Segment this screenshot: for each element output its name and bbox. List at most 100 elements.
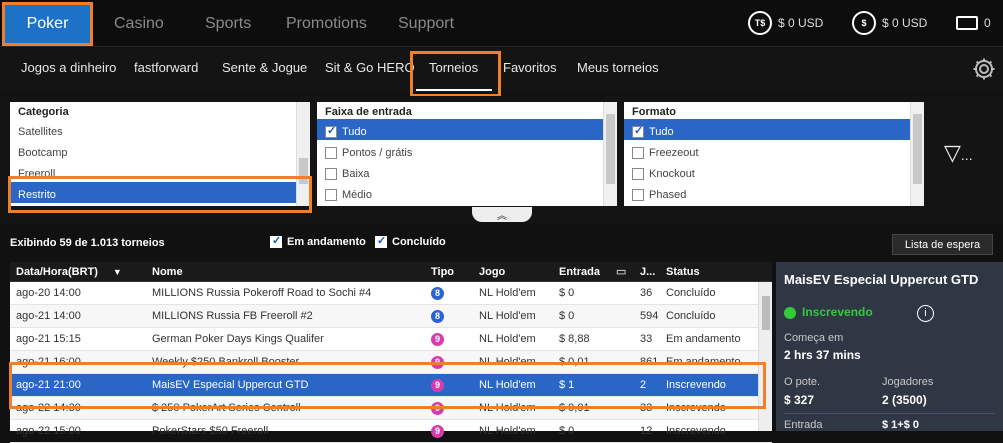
table-header: Data/Hora(BRT) ▼ Nome Tipo Jogo Entrada ▭… <box>10 262 772 282</box>
cell-game: NL Hold'em <box>479 333 536 345</box>
cash-balance-value: $ 0 USD <box>882 16 928 30</box>
nav-sports[interactable]: Sports <box>205 0 251 47</box>
active-tab-underline <box>416 89 492 91</box>
format-freezeout[interactable]: Freezeout <box>624 140 924 161</box>
subnav-my-tournaments[interactable]: Meus torneios <box>577 48 659 88</box>
cell-type: 9 <box>425 420 465 442</box>
cell-date: ago-22 15:00 <box>16 425 81 437</box>
cell-date: ago-21 14:00 <box>16 310 81 322</box>
entry-range-low[interactable]: Baixa <box>317 161 617 182</box>
entry-range-filter: Faixa de entrada Tudo Pontos / grátis Ba… <box>317 102 617 206</box>
cell-players: 36 <box>640 287 653 299</box>
tournament-dollar-balance[interactable]: T$ $ 0 USD <box>748 10 823 36</box>
selected-row-highlight <box>9 362 766 409</box>
cell-entry: $ 8,88 <box>559 333 590 345</box>
cell-type: 8 <box>425 282 465 304</box>
cell-entry: $ 0 <box>559 310 575 322</box>
starts-value: 2 hrs 37 mins <box>784 348 861 362</box>
subnav-fastforward[interactable]: fastforward <box>134 48 198 88</box>
format-phased[interactable]: Phased <box>624 182 924 203</box>
ticket-column-icon[interactable]: ▭ <box>610 262 632 281</box>
entry-range-all-checkbox[interactable] <box>325 124 337 138</box>
poker-subnavigation: Jogos a dinheiro fastforward Sente & Jog… <box>0 48 1003 97</box>
header-players[interactable]: J... <box>634 262 662 281</box>
format-all[interactable]: Tudo <box>624 119 924 140</box>
nav-support[interactable]: Support <box>398 0 454 47</box>
type-badge: 8 <box>431 286 444 300</box>
cell-entry: $ 0 <box>559 287 575 299</box>
cell-status: Inscrevendo <box>666 425 726 437</box>
tournament-dollar-icon: T$ <box>748 11 772 35</box>
entry-value: $ 1+$ 0 <box>882 419 920 431</box>
tournament-summary-bar: Exibindo 59 de 1.013 torneios Em andamen… <box>0 232 1003 257</box>
format-title: Formato <box>632 106 676 118</box>
cell-name: MILLIONS Russia FB Freeroll #2 <box>152 310 313 322</box>
ticket-balance-value: 0 <box>984 16 991 30</box>
nav-promotions[interactable]: Promotions <box>286 0 367 47</box>
type-badge: 8 <box>431 309 444 323</box>
gear-icon[interactable] <box>972 57 996 81</box>
cash-balance[interactable]: $ $ 0 USD <box>852 10 927 36</box>
table-row[interactable]: ago-20 14:00 MILLIONS Russia Pokeroff Roa… <box>10 282 772 305</box>
entry-range-title: Faixa de entrada <box>325 106 412 118</box>
subnav-sit-and-go-hero[interactable]: Sit & Go HERO <box>325 48 415 88</box>
header-name[interactable]: Nome <box>146 262 426 281</box>
nav-casino[interactable]: Casino <box>114 0 164 47</box>
header-type[interactable]: Tipo <box>425 262 475 281</box>
nav-poker[interactable]: Poker <box>2 2 93 46</box>
entry-range-all[interactable]: Tudo <box>317 119 617 140</box>
running-checkbox[interactable] <box>270 234 282 248</box>
format-filter: Formato Tudo Freezeout Knockout Phased <box>624 102 924 206</box>
filter-completed[interactable]: Concluído <box>375 234 446 248</box>
type-badge: 9 <box>431 424 444 438</box>
pot-label: O pote. <box>784 376 821 388</box>
info-icon[interactable]: i <box>917 305 934 322</box>
players-value: 2 (3500) <box>882 393 927 407</box>
entry-range-medium[interactable]: Médio <box>317 182 617 203</box>
category-bootcamp[interactable]: Bootcamp <box>10 140 310 161</box>
subnav-cash-games[interactable]: Jogos a dinheiro <box>21 48 116 88</box>
header-game[interactable]: Jogo <box>473 262 553 281</box>
cell-status: Concluído <box>666 310 716 322</box>
ticket-balance[interactable]: 0 <box>956 10 991 36</box>
cell-type: 9 <box>425 328 465 350</box>
header-date[interactable]: Data/Hora(BRT) ▼ <box>10 262 142 281</box>
format-knockout[interactable]: Knockout <box>624 161 924 182</box>
dollar-icon: $ <box>852 11 876 35</box>
subnav-favorites[interactable]: Favoritos <box>503 48 556 88</box>
cell-date: ago-21 15:15 <box>16 333 81 345</box>
tournament-count: Exibindo 59 de 1.013 torneios <box>10 237 165 249</box>
filter-running[interactable]: Em andamento <box>270 234 366 248</box>
header-entry[interactable]: Entrada <box>553 262 613 281</box>
details-divider <box>784 413 995 414</box>
cell-players: 12 <box>640 425 653 437</box>
table-row[interactable]: ago-22 15:00 PokerStars $50 Freeroll NL Ho… <box>10 420 772 443</box>
cell-game: NL Hold'em <box>479 287 536 299</box>
completed-checkbox[interactable] <box>375 234 387 248</box>
subnav-sit-and-go[interactable]: Sente & Jogue <box>222 48 307 88</box>
header-status[interactable]: Status <box>660 262 755 281</box>
cell-name: PokerStars $50 Freeroll <box>152 425 269 437</box>
waitlist-button[interactable]: Lista de espera <box>892 234 993 255</box>
entry-range-points-free[interactable]: Pontos / grátis <box>317 140 617 161</box>
table-row[interactable]: ago-21 15:15 German Poker Days Kings Qual… <box>10 328 772 351</box>
cell-name: German Poker Days Kings Qualifer <box>152 333 324 345</box>
entry-range-scrollbar[interactable] <box>603 102 617 206</box>
format-scrollbar[interactable] <box>910 102 924 206</box>
table-row[interactable]: ago-21 14:00 MILLIONS Russia FB Freeroll … <box>10 305 772 328</box>
filter-icon[interactable]: ▽... <box>944 140 973 166</box>
cell-game: NL Hold'em <box>479 425 536 437</box>
cell-status: Concluído <box>666 287 716 299</box>
starts-label: Começa em <box>784 332 844 344</box>
entry-label: Entrada <box>784 419 823 431</box>
pot-value: $ 327 <box>784 393 815 407</box>
details-status: Inscrevendo <box>802 305 873 319</box>
cell-status: Em andamento <box>666 333 741 345</box>
category-satellites[interactable]: Satellites <box>10 119 310 140</box>
cell-game: NL Hold'em <box>479 310 536 322</box>
players-label: Jogadores <box>882 376 934 388</box>
cell-players: 594 <box>640 310 659 322</box>
tournament-dollar-value: $ 0 USD <box>778 16 824 30</box>
cell-name: MILLIONS Russia Pokeroff Road to Sochi #… <box>152 287 372 299</box>
collapse-filters-button[interactable]: ︽ <box>472 207 532 222</box>
